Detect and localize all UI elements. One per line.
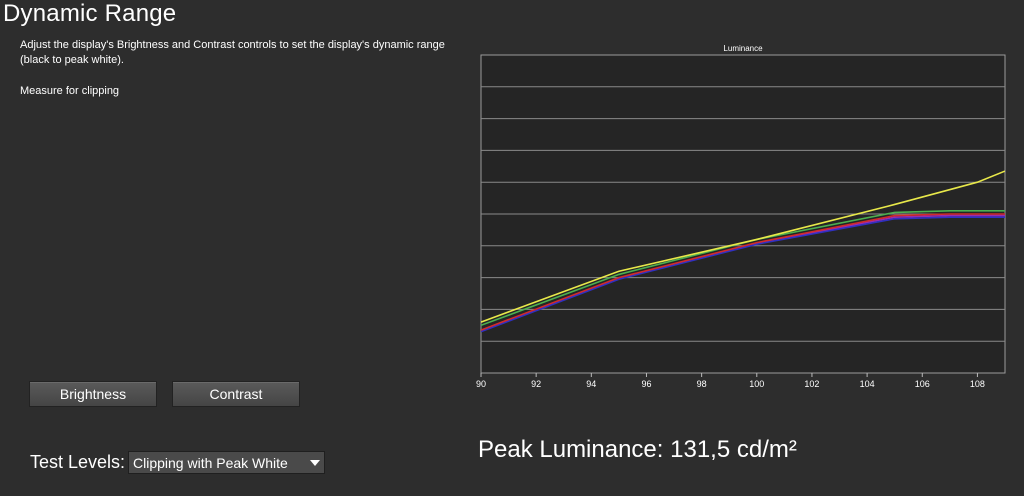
- luminance-chart: Luminance 90 92 94 96 98 100 102 104 106 108: [476, 44, 1006, 389]
- peak-luminance-value: 131,5: [670, 436, 731, 463]
- x-tick-label: 90: [476, 379, 486, 389]
- x-tick-label: 98: [697, 379, 707, 389]
- x-tick-label: 92: [531, 379, 541, 389]
- peak-luminance: Peak Luminance: 131,5 cd/m²: [478, 436, 797, 464]
- brightness-button[interactable]: Brightness: [29, 381, 157, 407]
- peak-luminance-label: Peak Luminance:: [478, 436, 664, 463]
- page-title: Dynamic Range: [3, 0, 177, 27]
- x-tick-label: 102: [804, 379, 819, 389]
- chart-title: Luminance: [723, 44, 763, 53]
- test-levels-label: Test Levels:: [30, 452, 126, 472]
- x-tick-label: 96: [641, 379, 651, 389]
- x-tick-label: 100: [749, 379, 764, 389]
- measure-instruction: Measure for clipping: [20, 85, 120, 97]
- test-levels-select[interactable]: Clipping with Peak White: [128, 451, 325, 474]
- x-tick-label: 106: [915, 379, 930, 389]
- peak-luminance-unit: cd/m²: [736, 436, 797, 463]
- x-tick-label: 104: [860, 379, 875, 389]
- page-description: Adjust the display's Brightness and Cont…: [20, 39, 445, 66]
- test-levels-selected: Clipping with Peak White: [133, 455, 288, 471]
- x-tick-label: 94: [586, 379, 596, 389]
- contrast-button[interactable]: Contrast: [172, 381, 300, 407]
- chevron-down-icon: [310, 460, 320, 466]
- x-tick-label: 108: [970, 379, 985, 389]
